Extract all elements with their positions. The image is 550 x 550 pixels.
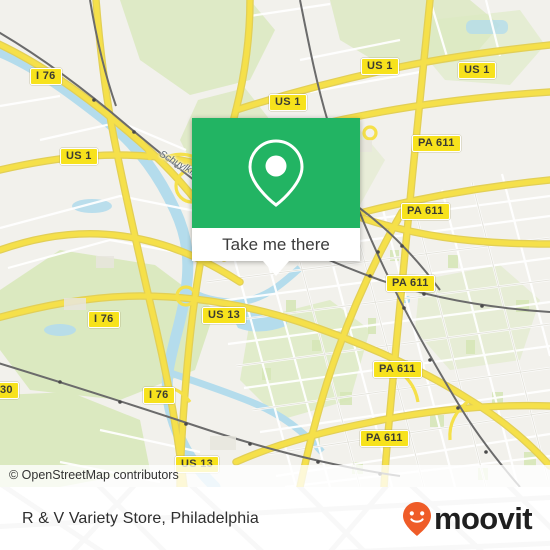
road-shield: US 1 [269, 94, 307, 111]
map-attribution[interactable]: © OpenStreetMap contributors [0, 465, 550, 487]
map-pin-icon [248, 139, 304, 207]
road-shield: I 76 [88, 311, 120, 328]
road-shield: PA 611 [386, 275, 435, 292]
moovit-brand[interactable]: moovit [402, 487, 533, 550]
place-popup[interactable]: Take me there [192, 118, 360, 276]
road-shield: PA 611 [360, 430, 409, 447]
road-shield: PA 611 [401, 203, 450, 220]
road-shield: PA 611 [373, 361, 422, 378]
road-shield: US 1 [60, 148, 98, 165]
road-shield: I 76 [30, 68, 62, 85]
road-shield: PA 611 [412, 135, 461, 152]
take-me-there-button[interactable]: Take me there [192, 228, 360, 261]
popup-pointer-tail [263, 261, 289, 276]
road-shield: I 76 [143, 387, 175, 404]
popup-image-area [192, 118, 360, 228]
road-shield: US 13 [202, 307, 247, 324]
road-shield: 30 [0, 382, 19, 399]
road-shield: US 1 [361, 58, 399, 75]
moovit-wordmark: moovit [433, 501, 533, 536]
moovit-pin-smiley-icon [402, 501, 431, 536]
take-me-there-label: Take me there [222, 234, 330, 254]
place-title: R & V Variety Store, Philadelphia [22, 509, 259, 527]
moovit-map-screenshot: Schuylkill River I 76 US 1 US 1 US 1 PA 611 U… [0, 0, 550, 550]
road-shield: US 1 [458, 62, 496, 79]
footer-bar: R & V Variety Store, Philadelphia moovit [0, 487, 550, 550]
